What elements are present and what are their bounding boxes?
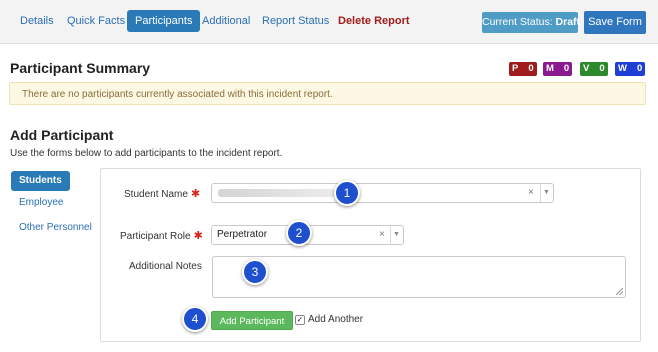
add-participant-button[interactable]: Add Participant [211, 311, 293, 330]
nav-other-personnel[interactable]: Other Personnel [11, 218, 100, 238]
tab-delete-report[interactable]: Delete Report [330, 10, 418, 32]
status-value: Draft [555, 16, 581, 28]
participant-role-label-text: Participant Role [120, 231, 191, 242]
tab-details[interactable]: Details [12, 10, 62, 32]
resize-grip-icon[interactable] [616, 288, 623, 295]
required-asterisk-icon: ✱ [193, 230, 203, 242]
badge-count: 0 [636, 63, 643, 74]
chevron-down-icon[interactable]: ▼ [540, 184, 552, 202]
no-participants-alert: There are no participants currently asso… [9, 82, 646, 105]
clear-icon[interactable]: × [528, 184, 534, 202]
student-name-select[interactable]: × ▼ [211, 183, 554, 203]
save-form-button[interactable]: Save Form [584, 11, 646, 34]
additional-notes-textarea[interactable] [212, 256, 626, 298]
student-name-label-text: Student Name [124, 189, 188, 200]
redacted-student-name [218, 189, 338, 197]
tab-quick-facts[interactable]: Quick Facts [59, 10, 133, 32]
step-callout-4: 4 [182, 306, 208, 332]
nav-students[interactable]: Students [11, 171, 70, 191]
participant-role-value: Perpetrator [217, 229, 268, 240]
additional-notes-label: Additional Notes [129, 261, 202, 272]
nav-employee[interactable]: Employee [11, 193, 71, 213]
badge-count: 0 [528, 63, 534, 74]
step-callout-1: 1 [334, 180, 360, 206]
tab-additional[interactable]: Additional [194, 10, 258, 32]
add-another-label: Add Another [308, 314, 364, 325]
add-another-checkbox[interactable]: ✓ [295, 315, 305, 325]
add-participant-intro: Use the forms below to add participants … [10, 148, 283, 159]
add-participant-heading: Add Participant [10, 127, 114, 143]
step-callout-2: 2 [286, 220, 312, 246]
student-name-label: Student Name ✱ [124, 187, 200, 200]
chevron-down-icon[interactable]: ▼ [390, 226, 402, 244]
participant-role-label: Participant Role ✱ [120, 229, 203, 242]
required-asterisk-icon: ✱ [190, 188, 201, 200]
perpetrator-badge: P0 [509, 62, 537, 76]
badge-count: 0 [563, 63, 570, 74]
witness-badge: W0 [615, 62, 646, 76]
tab-report-status[interactable]: Report Status [254, 10, 337, 32]
m-badge: M0 [543, 62, 573, 76]
step-callout-3: 3 [242, 259, 268, 285]
victim-badge: V0 [580, 62, 608, 76]
participant-summary-heading: Participant Summary [10, 60, 151, 76]
badge-letter: W [618, 63, 627, 74]
top-nav-bar: Details Quick Facts Participants Additio… [0, 0, 658, 44]
badge-count: 0 [599, 63, 605, 74]
clear-icon[interactable]: × [379, 226, 385, 244]
status-prefix: Current Status: [482, 16, 553, 28]
tab-participants[interactable]: Participants [127, 10, 201, 32]
current-status-button[interactable]: Current Status: Draft [482, 12, 581, 33]
badge-letter: M [546, 63, 554, 74]
badge-letter: P [512, 63, 519, 74]
badge-letter: V [583, 63, 590, 74]
